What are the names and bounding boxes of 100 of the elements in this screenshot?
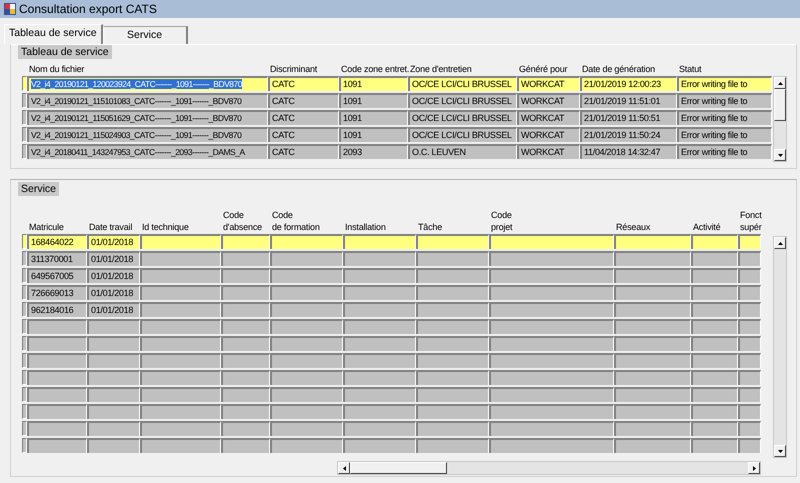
- left-arrow-icon: [342, 466, 346, 470]
- table-cell: [221, 438, 270, 453]
- table-cell: [27, 319, 87, 334]
- table-cell: O.C. LEUVEN: [408, 144, 517, 159]
- column-header: Date de génération: [581, 63, 656, 75]
- column-header: Généré pour: [518, 63, 568, 75]
- row-marker[interactable]: [22, 251, 27, 266]
- scroll-left-button[interactable]: [338, 462, 350, 474]
- table-cell: 21/01/2019 11:51:01: [580, 93, 677, 108]
- table-cell: [27, 353, 87, 368]
- scroll-down-button[interactable]: [774, 445, 786, 457]
- table-cell: CATC: [268, 127, 339, 142]
- table-cell: V2_i4_20190121_120023924_CATC-------_1091-------_BDV870: [27, 76, 268, 91]
- table-cell: [691, 336, 738, 351]
- tab[interactable]: Service: [102, 26, 188, 44]
- table-cell: WORKCAT: [517, 93, 580, 108]
- scroll-down-button[interactable]: [774, 149, 786, 161]
- section-title: Tableau de service: [18, 45, 112, 59]
- table-cell: [221, 404, 270, 419]
- table-cell: 311370001: [27, 251, 87, 266]
- table-cell: V2_i4_20190121_115051629_CATC-------_1091-------_BDV870: [27, 110, 268, 125]
- row-marker[interactable]: [22, 93, 27, 108]
- vertical-scrollbar[interactable]: [773, 76, 787, 162]
- table-cell: [738, 319, 761, 334]
- column-header: Tâche: [417, 221, 444, 233]
- table-cell: WORKCAT: [517, 144, 580, 159]
- table-cell: OC/CE LCI/CLI BRUSSEL: [408, 127, 517, 142]
- table-cell: [738, 438, 761, 453]
- table-cell: V2_i4_20190121_115101083_CATC-------_1091-------_BDV870: [27, 93, 268, 108]
- table-cell: [221, 370, 270, 385]
- table-cell: Error writing file to: [677, 127, 772, 142]
- table-cell: [87, 370, 140, 385]
- row-marker[interactable]: [22, 404, 27, 419]
- table-cell: [738, 370, 761, 385]
- table-cell: V2_i4_20180411_143247953_CATC-------_2093-------_DAMS_A: [27, 144, 268, 159]
- table-cell: [27, 387, 87, 402]
- row-marker[interactable]: [22, 421, 27, 436]
- table-cell: [221, 285, 270, 300]
- table-cell: CATC: [268, 93, 339, 108]
- column-header: Activité: [692, 221, 722, 233]
- column-header: Réseaux: [615, 221, 652, 233]
- table-cell: [738, 387, 761, 402]
- tab[interactable]: Tableau de service: [4, 24, 103, 44]
- table-cell: [221, 251, 270, 266]
- table-cell: [691, 353, 738, 368]
- row-marker[interactable]: [22, 319, 27, 334]
- table-cell: [691, 370, 738, 385]
- horizontal-scrollbar[interactable]: [337, 461, 761, 475]
- vertical-scrollbar[interactable]: [773, 236, 787, 458]
- table-cell: [738, 421, 761, 436]
- table-cell: [27, 404, 87, 419]
- table-cell: [87, 404, 140, 419]
- row-marker[interactable]: [22, 285, 27, 300]
- table-cell: [221, 387, 270, 402]
- table-cell: [691, 421, 738, 436]
- table-cell: 21/01/2019 12:00:23: [580, 76, 677, 91]
- table-cell: 01/01/2018: [87, 268, 140, 283]
- scroll-thumb[interactable]: [350, 462, 447, 474]
- table-cell: Error writing file to: [677, 110, 772, 125]
- column-header: Matricule: [28, 221, 65, 233]
- table-cell: OC/CE LCI/CLI BRUSSEL: [408, 76, 517, 91]
- row-marker[interactable]: [22, 336, 27, 351]
- row-marker[interactable]: [22, 127, 27, 142]
- column-header: Statut: [678, 63, 702, 75]
- table-cell: [738, 251, 761, 266]
- row-marker[interactable]: [22, 353, 27, 368]
- row-marker[interactable]: [22, 76, 27, 91]
- table-cell: [221, 336, 270, 351]
- table-cell: [221, 234, 270, 249]
- table-cell: [691, 387, 738, 402]
- table-cell: [87, 319, 140, 334]
- table-cell: WORKCAT: [517, 110, 580, 125]
- table-cell: [27, 421, 87, 436]
- row-marker[interactable]: [22, 268, 27, 283]
- row-marker[interactable]: [22, 110, 27, 125]
- row-marker[interactable]: [22, 302, 27, 317]
- row-marker[interactable]: [22, 144, 27, 159]
- column-header: Zone d'entretien: [409, 63, 473, 75]
- table-cell: [27, 438, 87, 453]
- table-cell: [738, 404, 761, 419]
- row-marker[interactable]: [22, 387, 27, 402]
- table-cell: 962184016: [27, 302, 87, 317]
- column-header: Code de formation: [271, 209, 321, 233]
- table-cell: 01/01/2018: [87, 302, 140, 317]
- table-cell: [87, 421, 140, 436]
- scroll-up-button[interactable]: [774, 77, 786, 89]
- scroll-up-button[interactable]: [774, 237, 786, 249]
- table-cell: [87, 438, 140, 453]
- scroll-thumb[interactable]: [774, 89, 786, 121]
- table-cell: [27, 370, 87, 385]
- down-arrow-icon: [778, 450, 782, 452]
- table-cell: Error writing file to: [677, 93, 772, 108]
- table-cell: 01/01/2018: [87, 251, 140, 266]
- section-title: Service: [18, 182, 60, 196]
- table-cell: 01/01/2018: [87, 234, 140, 249]
- row-marker[interactable]: [22, 438, 27, 453]
- row-marker[interactable]: [22, 370, 27, 385]
- scroll-right-button[interactable]: [748, 462, 760, 474]
- row-marker[interactable]: [22, 234, 27, 249]
- down-arrow-icon: [778, 154, 782, 156]
